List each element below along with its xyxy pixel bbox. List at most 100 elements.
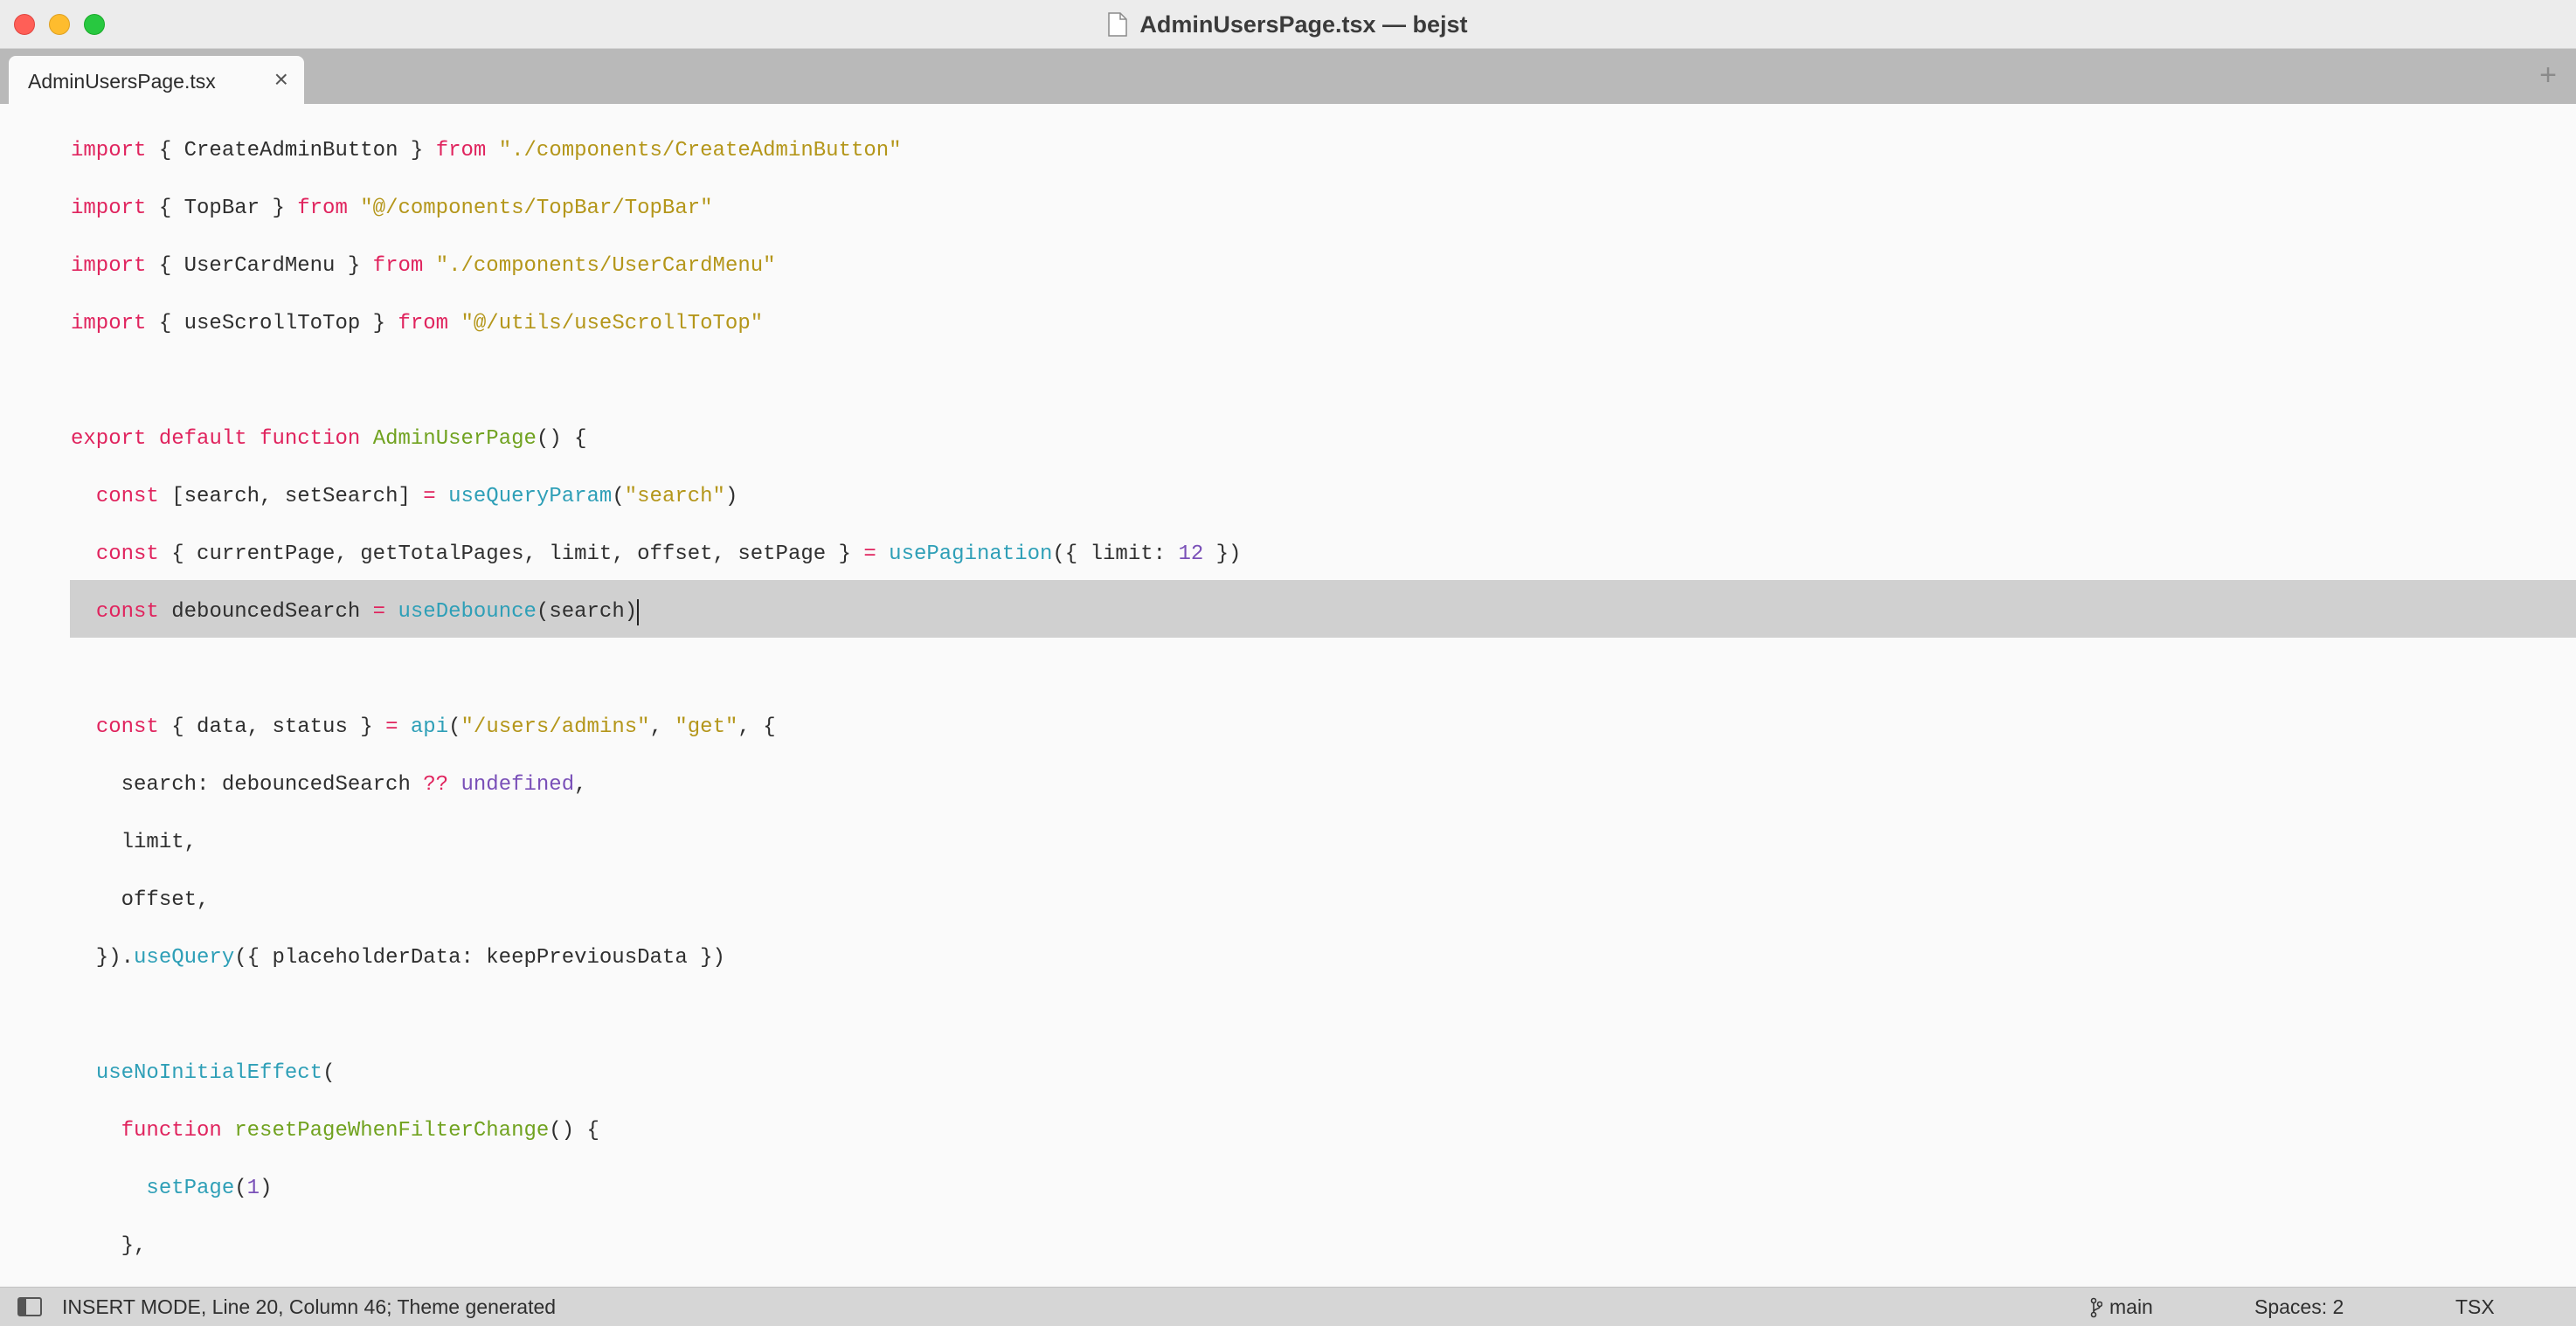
code-token: { useScrollToTop } (146, 312, 398, 335)
code-token: offset, (71, 888, 210, 912)
code-token: ) (724, 485, 738, 508)
code-token: , { (737, 715, 776, 739)
code-token: ?? (423, 773, 449, 797)
code-line[interactable]: search: debouncedSearch ?? undefined, (71, 772, 587, 798)
tab-label: AdminUsersPage.tsx (28, 70, 216, 93)
code-token: setPage (146, 1177, 235, 1200)
code-token: from (398, 312, 449, 335)
code-line[interactable]: import { TopBar } from "@/components/Top… (71, 196, 713, 222)
code-line[interactable]: const debouncedSearch = useDebounce(sear… (71, 599, 640, 625)
code-token: limit, (71, 831, 197, 854)
tab-bar: AdminUsersPage.tsx × + (0, 49, 2576, 104)
code-token: ( (612, 485, 625, 508)
code-token: AdminUserPage (372, 427, 537, 451)
code-token: () { (549, 1119, 599, 1143)
code-token: "@/components/TopBar/TopBar" (360, 197, 713, 220)
code-line[interactable]: import { CreateAdminButton } from "./com… (71, 138, 902, 164)
code-token: from (372, 254, 424, 278)
code-token: default (158, 427, 247, 451)
code-token: const (95, 485, 159, 508)
code-token: import (71, 197, 147, 220)
code-token: "@/utils/useScrollToTop" (460, 312, 764, 335)
code-token: { UserCardMenu } (146, 254, 373, 278)
code-token: ( (234, 1177, 247, 1200)
document-icon (1108, 12, 1128, 37)
code-token: function (121, 1119, 222, 1143)
code-line[interactable]: const { data, status } = api("/users/adm… (71, 715, 776, 741)
code-token: }). (71, 946, 135, 970)
branch-icon (2090, 1297, 2102, 1317)
indentation-setting[interactable]: Spaces: 2 (2254, 1295, 2344, 1319)
code-token: }) (1203, 542, 1242, 566)
code-line[interactable]: import { useScrollToTop } from "@/utils/… (71, 311, 763, 337)
code-line[interactable]: }).useQuery({ placeholderData: keepPrevi… (71, 945, 725, 971)
code-token: useQuery (134, 946, 235, 970)
sidebar-toggle-icon[interactable] (17, 1297, 42, 1316)
code-line[interactable]: }, (71, 1233, 147, 1260)
code-token: = (372, 600, 386, 624)
code-token: "./components/CreateAdminButton" (498, 139, 902, 162)
code-token: () { (536, 427, 587, 451)
code-token: search: debouncedSearch (71, 773, 424, 797)
code-token: useDebounce (398, 600, 537, 624)
code-token: function (260, 427, 361, 451)
code-line[interactable]: function resetPageWhenFilterChange() { (71, 1118, 599, 1144)
code-token: , (574, 773, 587, 797)
code-token: ( (448, 715, 461, 739)
code-token: [search, setSearch] (158, 485, 424, 508)
window-title-group: AdminUsersPage.tsx — bejst (0, 0, 2576, 49)
code-token: "search" (624, 485, 725, 508)
code-token: = (863, 542, 876, 566)
code-line[interactable]: import { UserCardMenu } from "./componen… (71, 253, 776, 280)
tab-adminuserspage[interactable]: AdminUsersPage.tsx × (9, 56, 304, 104)
git-branch[interactable]: main (2090, 1295, 2153, 1319)
code-token: { currentPage, getTotalPages, limit, off… (158, 542, 864, 566)
code-line[interactable]: offset, (71, 887, 210, 914)
branch-name: main (2109, 1295, 2153, 1318)
code-line[interactable]: const { currentPage, getTotalPages, limi… (71, 542, 1242, 568)
code-token: ({ placeholderData: keepPreviousData }) (234, 946, 725, 970)
code-token: usePagination (889, 542, 1053, 566)
code-line[interactable]: useNoInitialEffect( (71, 1060, 336, 1087)
code-token: "./components/UserCardMenu" (435, 254, 776, 278)
code-token: import (71, 139, 147, 162)
status-bar: INSERT MODE, Line 20, Column 46; Theme g… (0, 1287, 2576, 1326)
code-token: ) (260, 1177, 273, 1200)
code-line[interactable]: setPage(1) (71, 1176, 272, 1202)
code-token: undefined (460, 773, 575, 797)
code-token: api (410, 715, 449, 739)
code-token: resetPageWhenFilterChange (234, 1119, 550, 1143)
code-line[interactable]: export default function AdminUserPage() … (71, 426, 587, 452)
new-tab-button[interactable]: + (2539, 58, 2557, 93)
code-token: from (297, 197, 348, 220)
code-token: , (649, 715, 675, 739)
text-cursor (637, 599, 640, 625)
code-line[interactable]: limit, (71, 830, 197, 856)
code-token: { data, status } (158, 715, 386, 739)
code-token: debouncedSearch (158, 600, 373, 624)
code-line[interactable]: const [search, setSearch] = useQueryPara… (71, 484, 738, 510)
code-token: "get" (675, 715, 738, 739)
code-editor[interactable]: import { CreateAdminButton } from "./com… (0, 104, 2576, 1287)
code-token: const (95, 600, 159, 624)
code-token: }, (71, 1234, 147, 1258)
code-token: from (435, 139, 487, 162)
code-token: useNoInitialEffect (95, 1061, 323, 1085)
tab-close-icon[interactable]: × (274, 66, 288, 93)
syntax-mode[interactable]: TSX (2455, 1295, 2495, 1319)
